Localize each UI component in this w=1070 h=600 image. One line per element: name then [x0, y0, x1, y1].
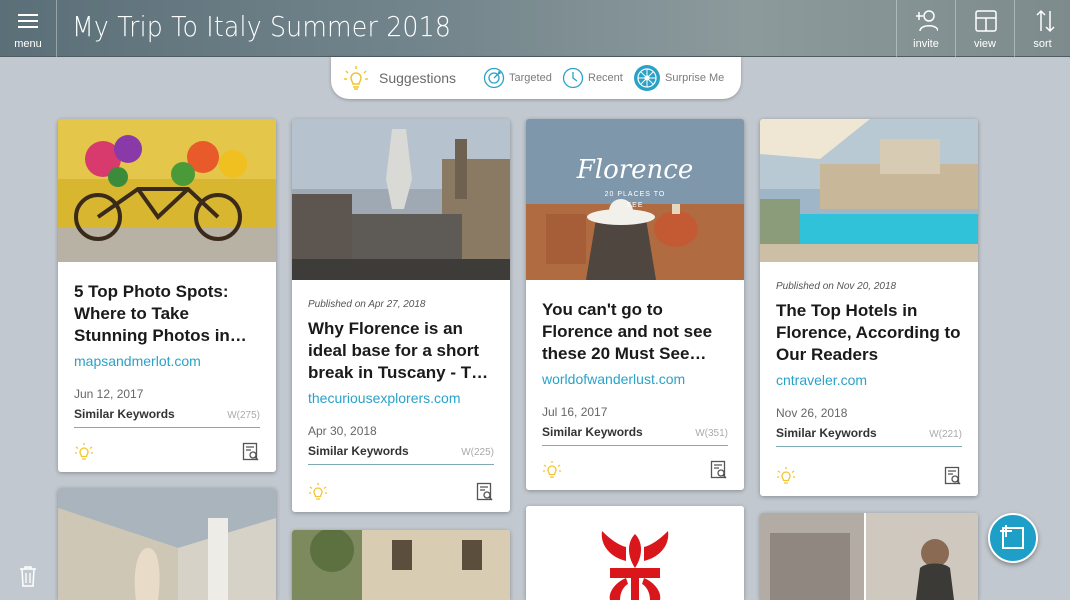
invite-label: invite	[913, 38, 939, 50]
sort-icon	[1036, 9, 1055, 33]
word-count: W(225)	[461, 447, 494, 458]
view-label: view	[973, 38, 996, 50]
word-count: W(351)	[695, 428, 728, 439]
surprise-filter[interactable]: Surprise Me	[633, 64, 724, 92]
document-search-icon[interactable]	[242, 442, 260, 462]
word-count: W(275)	[227, 410, 260, 421]
similar-keywords-row[interactable]: Similar Keywords W(225)	[308, 444, 494, 465]
published-date: Published on Apr 27, 2018	[308, 299, 426, 310]
card-footer	[74, 442, 260, 462]
card-source-link[interactable]: mapsandmerlot.com	[74, 353, 260, 369]
card-image-bicycle-flowers	[58, 119, 276, 262]
hamburger-icon	[18, 14, 38, 28]
card-image-museum-hall	[58, 488, 276, 600]
card-title[interactable]: You can't go to Florence and not see the…	[542, 299, 728, 365]
add-person-icon	[916, 10, 938, 32]
article-card[interactable]: Published on Nov 20, 2018 The Top Hotels…	[760, 119, 978, 496]
card-date: Nov 26, 2018	[776, 406, 848, 420]
card-footer	[776, 466, 962, 486]
card-title[interactable]: 5 Top Photo Spots: Where to Take Stunnin…	[74, 281, 260, 347]
card-source-link[interactable]: worldofwanderlust.com	[542, 371, 728, 387]
card-body: Published on Nov 20, 2018 The Top Hotels…	[776, 281, 962, 447]
suggestions-title: Suggestions	[379, 70, 457, 86]
lightbulb-icon[interactable]	[776, 466, 796, 486]
card-date: Jun 12, 2017	[74, 387, 144, 401]
card-body: 5 Top Photo Spots: Where to Take Stunnin…	[74, 281, 260, 428]
florence-lily-logo	[526, 506, 744, 600]
article-card[interactable]: Published on Apr 27, 2018 Why Florence i…	[292, 119, 510, 512]
recent-filter[interactable]: Recent	[562, 67, 623, 89]
sort-label: sort	[1033, 38, 1052, 50]
add-card-icon	[1000, 525, 1024, 549]
article-card[interactable]	[760, 513, 978, 600]
card-image-hotel-pool	[760, 119, 978, 262]
article-card[interactable]	[526, 506, 744, 600]
card-title[interactable]: The Top Hotels in Florence, According to…	[776, 300, 962, 366]
menu-button[interactable]: menu	[0, 0, 57, 57]
card-footer	[542, 460, 728, 480]
sort-button[interactable]: sort	[1014, 0, 1070, 57]
target-icon	[483, 67, 505, 89]
similar-keywords-label: Similar Keywords	[776, 426, 877, 440]
view-button[interactable]: view	[955, 0, 1014, 57]
similar-keywords-row[interactable]: Similar Keywords W(351)	[542, 425, 728, 446]
suggestions-bar: Suggestions Targeted Recent Surprise Me	[331, 57, 741, 99]
article-card[interactable]: Florence 20 PLACES TO SEE You can't go t…	[526, 119, 744, 490]
article-card[interactable]	[292, 530, 510, 600]
document-search-icon[interactable]	[710, 460, 728, 480]
card-body: You can't go to Florence and not see the…	[542, 299, 728, 446]
lightbulb-icon	[344, 66, 368, 90]
lightbulb-icon[interactable]	[542, 460, 562, 480]
targeted-label: Targeted	[509, 72, 552, 84]
similar-keywords-label: Similar Keywords	[308, 444, 409, 458]
card-date: Jul 16, 2017	[542, 405, 608, 419]
card-title[interactable]: Why Florence is an ideal base for a shor…	[308, 318, 494, 384]
article-card[interactable]: 5 Top Photo Spots: Where to Take Stunnin…	[58, 119, 276, 472]
word-count: W(221)	[929, 429, 962, 440]
card-source-link[interactable]: thecuriousexplorers.com	[308, 390, 494, 406]
card-date: Apr 30, 2018	[308, 424, 377, 438]
card-image-florence-view: Florence 20 PLACES TO SEE	[526, 119, 744, 280]
similar-keywords-row[interactable]: Similar Keywords W(275)	[74, 407, 260, 428]
document-search-icon[interactable]	[944, 466, 962, 486]
similar-keywords-label: Similar Keywords	[542, 425, 643, 439]
wheel-icon	[634, 65, 660, 91]
add-item-button[interactable]	[988, 513, 1038, 563]
clock-icon	[562, 67, 584, 89]
image-overlay-title: Florence	[576, 155, 694, 185]
layout-view-icon	[975, 10, 997, 32]
surprise-label: Surprise Me	[665, 72, 725, 84]
card-body: Published on Apr 27, 2018 Why Florence i…	[308, 299, 494, 465]
page-title: My Trip To Italy Summer 2018	[72, 10, 452, 43]
similar-keywords-label: Similar Keywords	[74, 407, 175, 421]
recent-label: Recent	[588, 72, 623, 84]
published-date: Published on Nov 20, 2018	[776, 281, 897, 292]
invite-button[interactable]: invite	[896, 0, 955, 57]
trash-icon[interactable]	[18, 564, 38, 588]
article-card[interactable]	[58, 488, 276, 600]
lightbulb-icon[interactable]	[74, 442, 94, 462]
lightbulb-icon[interactable]	[308, 482, 328, 502]
document-search-icon[interactable]	[476, 482, 494, 502]
card-image-florence-duomo	[760, 513, 978, 600]
image-overlay-subtitle: 20 PLACES TO SEE	[604, 191, 666, 209]
card-image-neptune-fountain	[292, 119, 510, 280]
similar-keywords-row[interactable]: Similar Keywords W(221)	[776, 426, 962, 447]
targeted-filter[interactable]: Targeted	[483, 67, 552, 89]
menu-label: menu	[14, 38, 42, 50]
card-image-courtyard	[292, 530, 510, 600]
app-header: menu My Trip To Italy Summer 2018 invite…	[0, 0, 1070, 57]
card-source-link[interactable]: cntraveler.com	[776, 372, 962, 388]
card-footer	[308, 482, 494, 502]
